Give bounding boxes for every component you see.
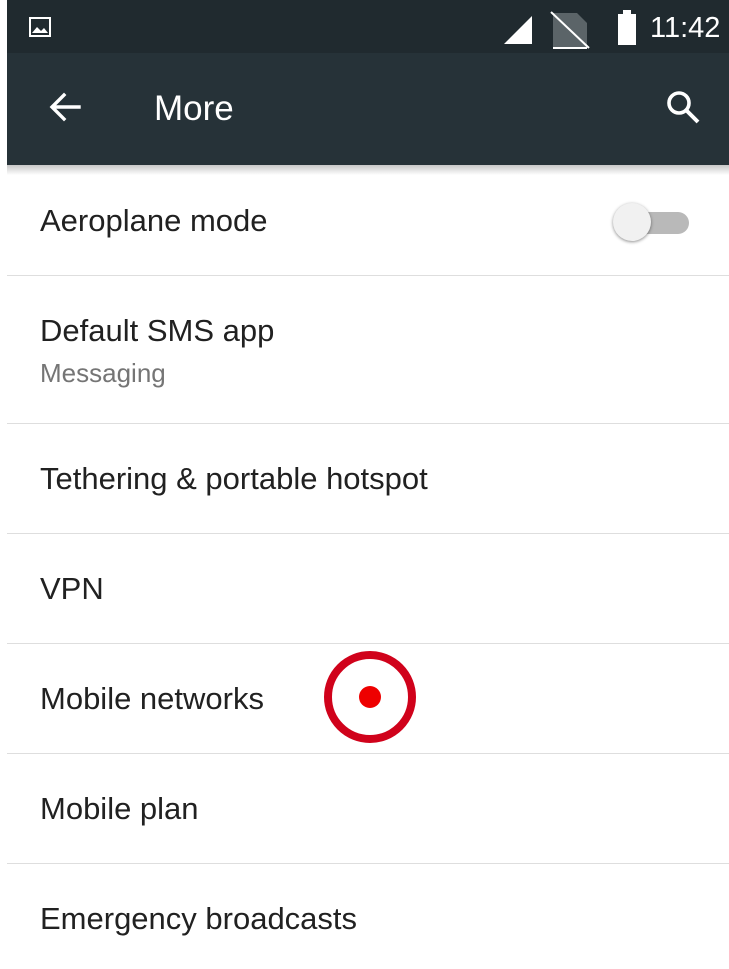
no-sim-icon <box>547 10 591 55</box>
clock-time: 11:42 <box>650 12 721 44</box>
search-icon <box>665 89 701 130</box>
setting-label: Aeroplane mode <box>40 203 268 238</box>
status-bar: 11:42 <box>7 0 729 53</box>
search-button[interactable] <box>653 79 713 139</box>
setting-label: Mobile networks <box>40 681 264 716</box>
setting-label: Emergency broadcasts <box>40 901 358 936</box>
arrow-back-icon <box>48 90 82 129</box>
setting-summary: Messaging <box>40 358 166 388</box>
page-title: More <box>154 89 234 128</box>
setting-tethering-hotspot[interactable]: Tethering & portable hotspot <box>7 424 729 533</box>
screen: 11:42 More Aeroplane mode Default SMS ap… <box>7 0 729 969</box>
setting-label: Tethering & portable hotspot <box>40 461 428 496</box>
setting-vpn[interactable]: VPN <box>7 534 729 643</box>
signal-icon <box>502 14 534 51</box>
setting-label: VPN <box>40 571 104 606</box>
back-button[interactable] <box>35 79 95 139</box>
photo-notification-icon <box>29 17 51 42</box>
switch-thumb <box>613 203 651 241</box>
setting-label: Mobile plan <box>40 791 199 826</box>
app-toolbar: More <box>7 53 729 165</box>
setting-mobile-plan[interactable]: Mobile plan <box>7 754 729 863</box>
setting-label: Default SMS app <box>40 313 275 348</box>
aeroplane-mode-switch[interactable] <box>613 202 689 242</box>
setting-default-sms-app[interactable]: Default SMS app Messaging <box>7 276 729 423</box>
setting-emergency-broadcasts[interactable]: Emergency broadcasts <box>7 864 729 969</box>
tap-indicator-icon <box>322 649 418 745</box>
battery-icon <box>616 10 638 51</box>
setting-aeroplane-mode[interactable]: Aeroplane mode <box>7 166 729 275</box>
